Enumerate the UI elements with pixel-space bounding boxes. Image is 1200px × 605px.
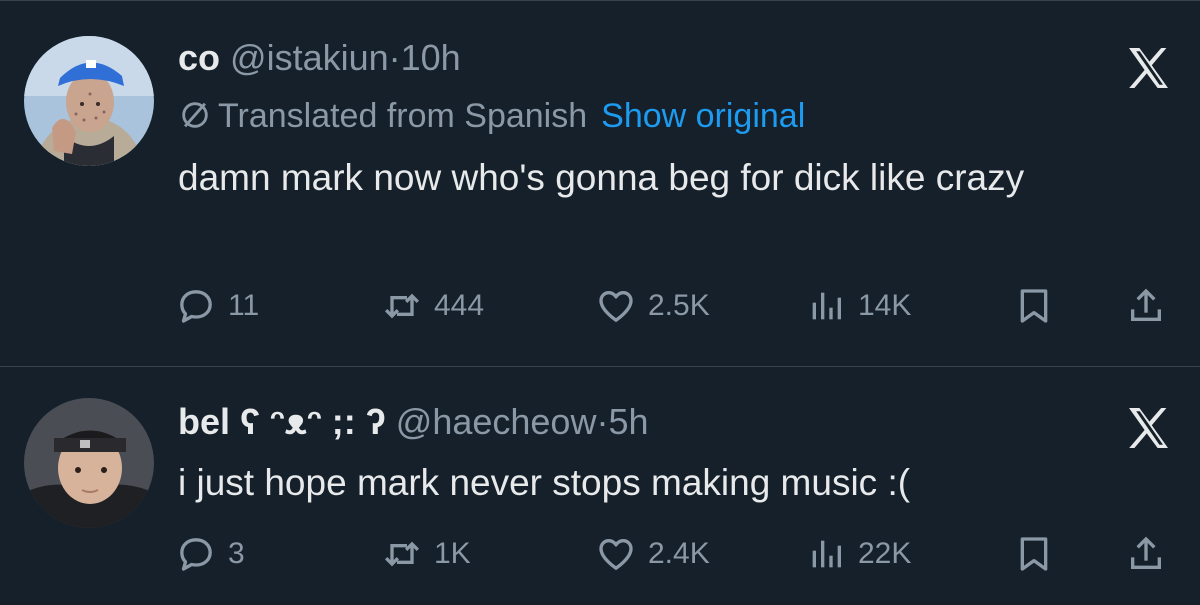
share-button[interactable] xyxy=(1126,282,1166,330)
share-icon xyxy=(1131,288,1161,321)
views-button[interactable]: 22K xyxy=(806,530,911,578)
action-bar: 11 444 2.5K 14K xyxy=(176,282,1176,330)
user-handle[interactable]: @istakiun xyxy=(230,37,389,78)
retweet-count: 444 xyxy=(434,289,485,322)
translation-notice: Translated from Spanish Show original xyxy=(178,96,805,136)
tweet[interactable]: co @istakiun·10h Translated from Spanish… xyxy=(0,0,1200,367)
views-count: 22K xyxy=(858,537,912,570)
x-logo-icon xyxy=(1129,48,1168,88)
timestamp[interactable]: 10h xyxy=(401,37,461,78)
bookmark-icon xyxy=(1020,289,1048,323)
retweet-button[interactable]: 444 xyxy=(382,282,484,330)
x-logo-icon xyxy=(1129,408,1168,448)
separator: · xyxy=(596,401,609,442)
retweet-icon xyxy=(384,293,420,319)
action-bar: 3 1K 2.4K 22K xyxy=(176,530,1176,578)
reply-button[interactable]: 11 xyxy=(176,282,259,330)
heart-icon xyxy=(599,291,633,322)
views-icon xyxy=(812,540,841,568)
share-icon xyxy=(1131,536,1161,569)
bookmark-icon xyxy=(1020,537,1048,571)
heart-icon xyxy=(599,539,633,570)
tweet-text: damn mark now who's gonna beg for dick l… xyxy=(178,157,1025,198)
avatar[interactable] xyxy=(24,36,154,166)
retweet-count: 1K xyxy=(434,537,471,570)
translate-icon xyxy=(182,102,208,128)
tweet-header: co @istakiun·10h xyxy=(178,38,461,78)
user-handle[interactable]: @haecheow xyxy=(396,401,597,442)
views-count: 14K xyxy=(858,289,912,322)
display-name[interactable]: bel ʕ ᵔᴥᵔ ;: ʔ xyxy=(178,401,386,442)
bookmark-button[interactable] xyxy=(1014,530,1054,578)
retweet-icon xyxy=(384,541,420,567)
views-icon xyxy=(812,292,841,320)
show-original-link[interactable]: Show original xyxy=(601,97,805,135)
share-button[interactable] xyxy=(1126,530,1166,578)
tweet-text: i just hope mark never stops making musi… xyxy=(178,462,911,503)
display-name[interactable]: co xyxy=(178,37,220,78)
reply-count: 11 xyxy=(228,289,260,322)
translated-label: Translated from Spanish xyxy=(218,97,588,135)
tweet[interactable]: bel ʕ ᵔᴥᵔ ;: ʔ @haecheow·5h i just hope … xyxy=(0,367,1200,605)
separator: · xyxy=(388,37,401,78)
reply-button[interactable]: 3 xyxy=(176,530,245,578)
reply-icon xyxy=(180,290,212,323)
reply-icon xyxy=(180,538,212,571)
like-count: 2.4K xyxy=(648,537,710,570)
like-count: 2.5K xyxy=(648,289,710,322)
like-button[interactable]: 2.4K xyxy=(596,530,710,578)
views-button[interactable]: 14K xyxy=(806,282,911,330)
bookmark-button[interactable] xyxy=(1014,282,1054,330)
retweet-button[interactable]: 1K xyxy=(382,530,471,578)
tweet-header: bel ʕ ᵔᴥᵔ ;: ʔ @haecheow·5h xyxy=(178,402,649,442)
timestamp[interactable]: 5h xyxy=(608,401,648,442)
like-button[interactable]: 2.5K xyxy=(596,282,710,330)
avatar[interactable] xyxy=(24,398,154,528)
reply-count: 3 xyxy=(228,537,245,570)
